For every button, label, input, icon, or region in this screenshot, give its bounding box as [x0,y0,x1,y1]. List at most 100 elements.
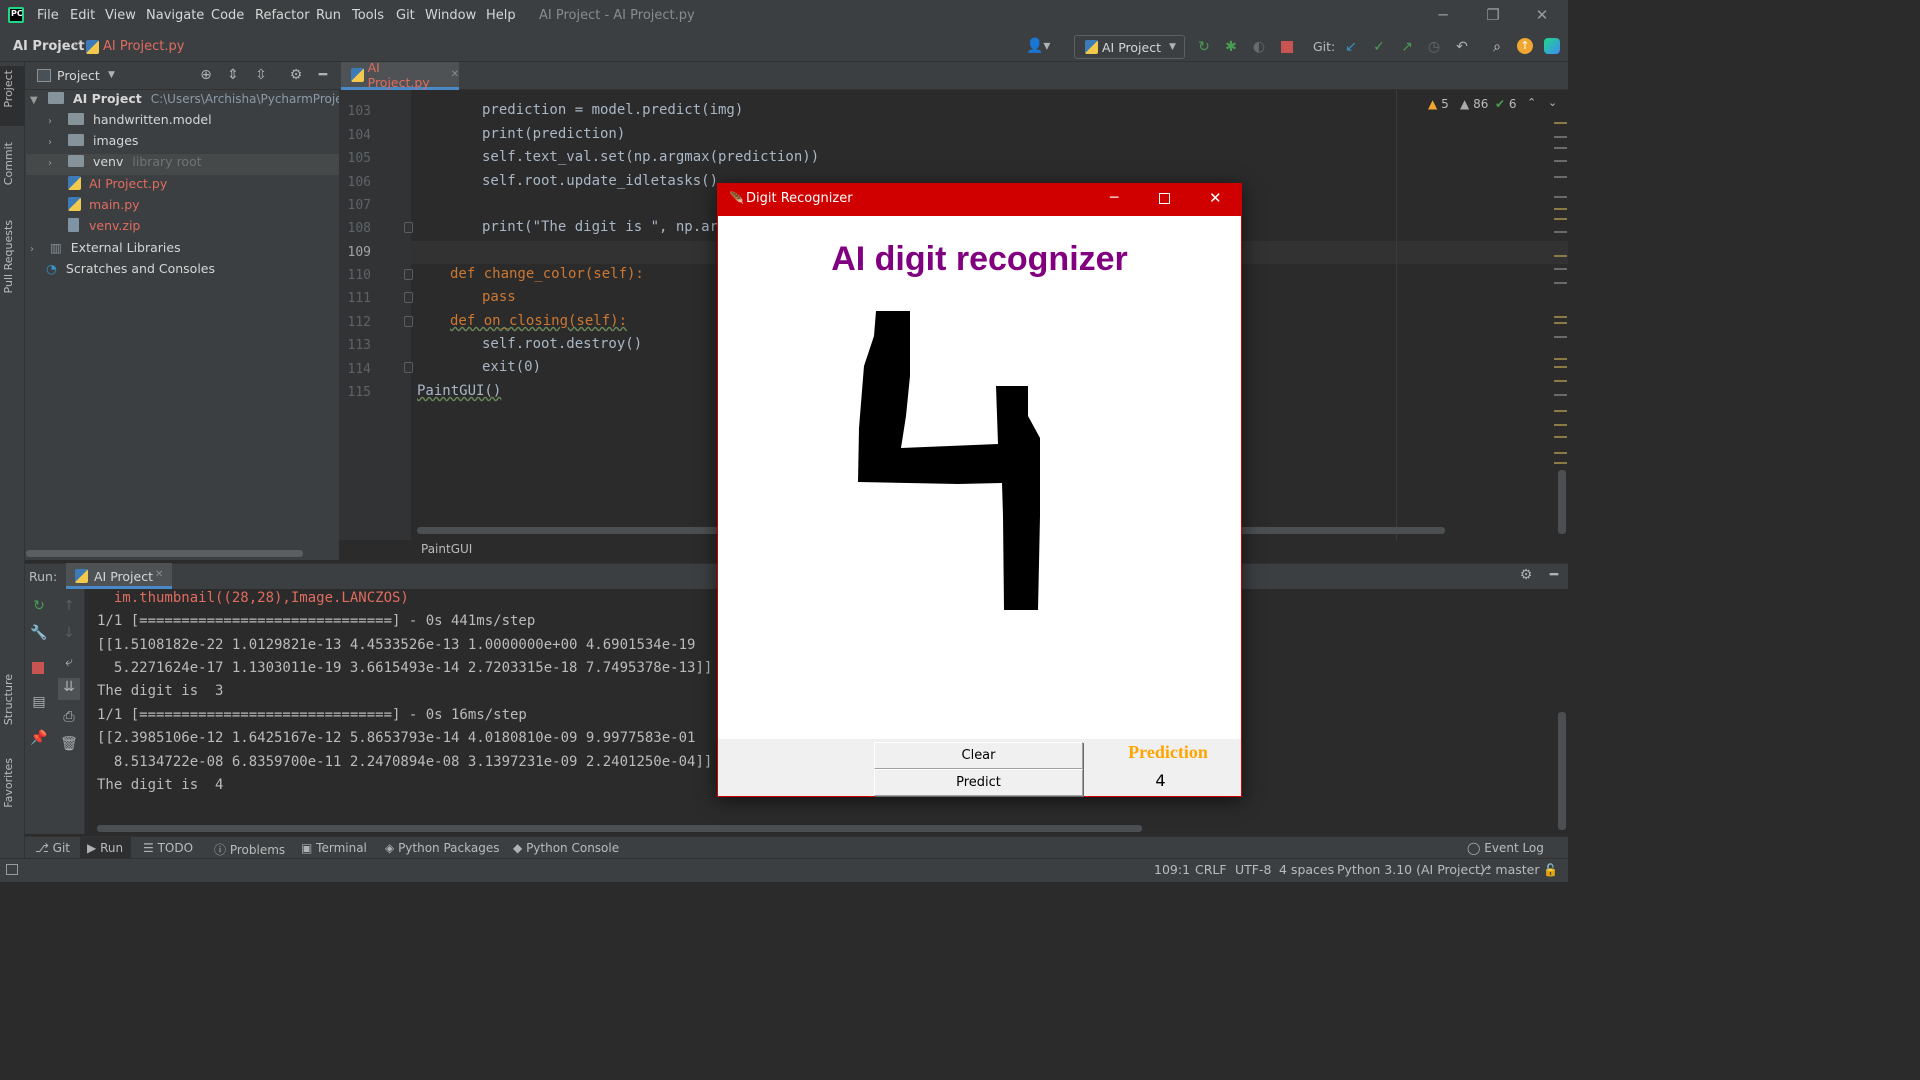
layout-icon[interactable]: ▤ [30,693,48,711]
menu-code[interactable]: Code [211,8,244,23]
inspection-warnings[interactable]: ▲ 5 [1428,97,1449,111]
scroll-to-end-icon[interactable]: ⇊ [58,678,80,700]
close-tab-icon[interactable]: ✕ [155,569,163,580]
pull-requests-tool-tab[interactable]: Pull Requests [2,220,15,293]
inspection-weak-warnings[interactable]: ▲ 86 [1460,97,1488,111]
tree-item-venv-zip[interactable]: venv.zip [68,218,140,239]
chevron-up-icon[interactable]: ⌃ [1527,96,1536,109]
menu-file[interactable]: File [37,8,59,23]
update-icon[interactable]: ↑ [1517,38,1533,54]
fold-marker-icon[interactable] [404,269,413,280]
run-configuration-select[interactable]: AI Project ▼ [1074,35,1185,59]
gear-icon[interactable]: ⚙ [287,66,305,84]
menu-help[interactable]: Help [486,8,516,23]
close-tab-icon[interactable]: ✕ [451,69,459,80]
hide-panel-icon[interactable]: ━ [1545,566,1563,584]
editor-tab-ai-project-py[interactable]: AI Project.py ✕ [341,60,459,90]
tree-item-scratches[interactable]: ◔ Scratches and Consoles [46,261,215,282]
menu-navigate[interactable]: Navigate [146,8,204,23]
git-push-icon[interactable]: ↗ [1398,38,1416,56]
console-horizontal-scrollbar[interactable] [97,825,1142,832]
pin-icon[interactable]: 📌 [30,729,48,747]
print-icon[interactable]: ⎙ [60,708,78,726]
wrench-icon[interactable]: 🔧 [30,624,48,642]
line-separator[interactable]: CRLF [1195,862,1227,877]
tool-python-console[interactable]: ◆ Python Console [513,841,619,855]
fold-marker-icon[interactable] [404,222,413,233]
maximize-icon[interactable] [1159,193,1170,204]
git-commit-icon[interactable]: ✓ [1370,38,1388,56]
close-icon[interactable]: ✕ [1532,6,1552,26]
trash-icon[interactable]: 🗑 [60,735,78,753]
chevron-down-icon[interactable]: ⌄ [1548,96,1557,109]
tool-todo[interactable]: ☰ TODO [143,841,193,855]
stop-icon[interactable] [1281,41,1293,53]
debug-icon[interactable]: ✱ [1222,38,1240,56]
coverage-icon[interactable]: ◐ [1250,38,1268,56]
rollback-icon[interactable]: ↶ [1453,38,1471,56]
tree-item-main-py[interactable]: main.py [68,197,140,218]
inspection-ok[interactable]: ✔ 6 [1495,97,1517,111]
arrow-up-icon[interactable]: ↑ [60,597,78,615]
menu-edit[interactable]: Edit [70,8,95,23]
tree-item-venv[interactable]: › venv library root [26,154,339,175]
minimize-icon[interactable]: ─ [1433,6,1453,26]
account-icon[interactable]: 👤▾ [1026,38,1050,54]
tree-root[interactable]: ▼ AI Project C:\Users\Archisha\PycharmPr… [26,91,392,112]
tree-item-ai-project-py[interactable]: AI Project.py [68,176,167,197]
rerun-icon[interactable]: ↻ [1195,38,1213,56]
menu-refactor[interactable]: Refactor [255,8,310,23]
tree-item-images[interactable]: › images [26,133,138,154]
menu-view[interactable]: View [105,8,136,23]
minimize-icon[interactable]: ─ [1110,190,1118,206]
tree-item-handwritten-model[interactable]: › handwritten.model [26,112,212,133]
menu-git[interactable]: Git [396,8,415,23]
locate-icon[interactable]: ⊕ [197,66,215,84]
git-branch[interactable]: ⎇ master [1477,862,1539,877]
editor-breadcrumb[interactable]: PaintGUI [421,542,472,556]
stop-icon[interactable] [32,662,44,674]
soft-wrap-icon[interactable]: ⤶ [60,653,78,671]
tool-python-packages[interactable]: ◈ Python Packages [385,841,499,855]
fold-marker-icon[interactable] [404,362,413,373]
commit-tool-tab[interactable]: Commit [2,142,15,185]
favorites-tool-tab[interactable]: Favorites [2,758,15,808]
tree-item-external-libraries[interactable]: › ▥ External Libraries [26,240,181,261]
breadcrumb-file[interactable]: AI Project.py [103,39,184,54]
restore-icon[interactable]: ❐ [1483,6,1503,26]
predict-button[interactable]: Predict [874,769,1083,796]
menu-tools[interactable]: Tools [352,8,384,23]
toolbox-icon[interactable] [1544,38,1560,54]
rerun-icon[interactable]: ↻ [30,597,48,615]
structure-tool-tab[interactable]: Structure [2,674,15,725]
tool-git[interactable]: ⎇ Git [35,841,70,855]
arrow-down-icon[interactable]: ↓ [60,624,78,642]
close-icon[interactable]: ✕ [1209,189,1222,207]
tool-terminal[interactable]: ▣ Terminal [301,841,367,855]
tool-problems[interactable]: ⓘ Problems [214,841,285,858]
lock-icon[interactable]: 🔓 [1543,863,1558,877]
chevron-down-icon[interactable]: ▼ [108,70,115,80]
tool-run[interactable]: ▶ Run [87,841,123,855]
file-encoding[interactable]: UTF-8 [1235,862,1271,877]
indent-setting[interactable]: 4 spaces [1279,862,1334,877]
project-panel-title[interactable]: Project [57,68,100,83]
fold-marker-icon[interactable] [404,316,413,327]
caret-position[interactable]: 109:1 [1154,862,1190,877]
tool-event-log[interactable]: ◯ Event Log [1467,841,1544,855]
project-tool-tab[interactable]: Project [2,70,15,108]
editor-vertical-scrollbar[interactable] [1558,470,1566,534]
search-icon[interactable]: ⌕ [1488,38,1506,56]
gear-icon[interactable]: ⚙ [1517,566,1535,584]
project-horizontal-scrollbar[interactable] [26,550,303,557]
menu-window[interactable]: Window [425,8,476,23]
menu-run[interactable]: Run [316,8,341,23]
hide-panel-icon[interactable]: ━ [314,66,332,84]
console-vertical-scrollbar[interactable] [1558,712,1566,830]
expand-all-icon[interactable]: ⇕ [224,66,242,84]
drawing-canvas[interactable] [718,216,1241,739]
git-update-icon[interactable]: ↙ [1342,38,1360,56]
clear-button[interactable]: Clear [874,742,1083,769]
python-interpreter[interactable]: Python 3.10 (AI Project) [1337,862,1485,877]
toggle-tool-windows-icon[interactable] [6,864,18,875]
